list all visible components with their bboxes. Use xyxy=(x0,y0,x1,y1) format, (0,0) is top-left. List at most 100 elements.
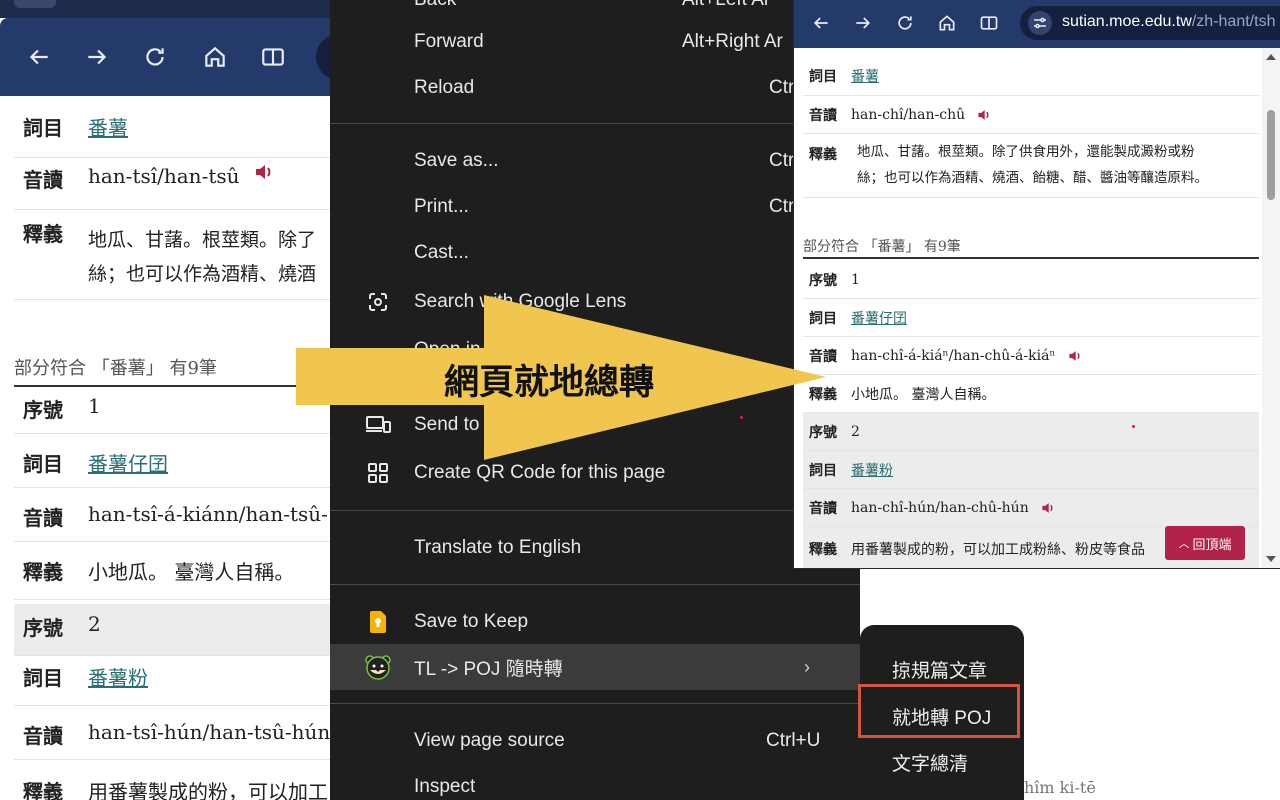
partial-row: 詞目 番薯粉 xyxy=(14,662,330,706)
back-to-top-button[interactable]: ︿ 回頂端 xyxy=(1165,526,1245,560)
menu-item-inspect[interactable]: Inspect xyxy=(330,765,860,800)
address-bar[interactable]: sutian.moe.edu.tw/zh-hant/tsh xyxy=(1020,6,1280,40)
entry-link[interactable]: 番薯 xyxy=(851,66,879,86)
entry-link[interactable]: 番薯粉 xyxy=(851,460,893,480)
menu-item-save-to-keep[interactable]: Save to Keep xyxy=(330,600,860,644)
menu-item-view-source[interactable]: View page source Ctrl+U xyxy=(330,719,860,763)
entry-link[interactable]: 番薯仔囝 xyxy=(88,448,168,487)
menu-item-label: Translate to English xyxy=(414,537,582,558)
section-title: 部分符合 「番薯」 有9筆 xyxy=(803,239,961,255)
section-divider xyxy=(803,257,1259,259)
menu-item-label: TL -> POJ 隨時轉 xyxy=(414,658,563,680)
menu-item-back[interactable]: Back Alt+Left Ar xyxy=(330,0,860,22)
partial-row: 釋義 用番薯製成的粉，可以加工 xyxy=(14,776,330,800)
keep-icon xyxy=(364,608,392,636)
submenu-item-fetch-article[interactable]: 掠規篇文章 xyxy=(892,656,987,683)
row-key: 釋義 xyxy=(809,147,837,163)
row-key: 詞目 xyxy=(809,68,837,85)
reading-row: 音讀 han-tsî/han-tsû xyxy=(14,164,330,210)
row-key: 詞目 xyxy=(809,462,837,479)
menu-item-shortcut: Alt+Right Ar xyxy=(682,31,783,52)
home-icon[interactable] xyxy=(934,10,960,36)
submenu-item-clear-text[interactable]: 文字總清 xyxy=(892,749,968,776)
site-settings-icon[interactable] xyxy=(1028,11,1052,35)
entry-link[interactable]: 番薯 xyxy=(88,112,128,157)
row-key: 序號 xyxy=(809,272,837,289)
forward-arrow-icon[interactable] xyxy=(850,10,876,36)
row-value: han-tsî-hún/han-tsû-hún xyxy=(88,720,330,744)
left-browser-tabstrip xyxy=(0,0,330,18)
menu-item-translate[interactable]: Translate to English xyxy=(330,526,860,570)
right-browser-toolbar: sutian.moe.edu.tw/zh-hant/tsh xyxy=(794,0,1280,48)
menu-item-shortcut: Ctr xyxy=(769,77,795,98)
extension-submenu: 掠規篇文章 就地轉 POJ 文字總清 xyxy=(858,625,1024,800)
menu-item-shortcut: Ctr xyxy=(769,196,795,217)
row-key: 音讀 xyxy=(23,506,63,530)
chevron-up-icon: ︿ xyxy=(1178,537,1190,550)
back-arrow-icon[interactable] xyxy=(808,10,834,36)
right-browser-window: sutian.moe.edu.tw/zh-hant/tsh 詞目 番薯 音讀 h… xyxy=(794,0,1280,568)
home-icon[interactable] xyxy=(198,40,232,74)
menu-item-shortcut: Ctr xyxy=(769,150,795,171)
speaker-icon[interactable] xyxy=(254,164,274,180)
row-value: 用番薯製成的粉，可以加工 xyxy=(88,780,328,800)
partial-row: 序號 2 xyxy=(803,413,1259,451)
menu-item-shortcut: Alt+Left Ar xyxy=(682,0,770,11)
menu-item-cast[interactable]: Cast... xyxy=(330,231,860,275)
scrollbar-thumb[interactable] xyxy=(1267,110,1275,200)
entry-link[interactable]: 番薯粉 xyxy=(88,662,148,705)
entry-link[interactable]: 番薯仔囝 xyxy=(851,308,907,328)
menu-item-save-as[interactable]: Save as... Ctr xyxy=(330,139,860,183)
section-title: 部分符合 「番薯」 有9筆 xyxy=(14,358,217,379)
menu-item-tl-poj-extension[interactable]: TL -> POJ 隨時轉 › xyxy=(330,644,860,690)
partial-row: 音讀 han-chî-á-kiáⁿ/han-chû-á-kiáⁿ xyxy=(803,337,1259,375)
qr-code-icon xyxy=(364,459,392,487)
menu-item-reload[interactable]: Reload Ctr xyxy=(330,66,860,110)
back-arrow-icon[interactable] xyxy=(22,40,56,74)
menu-item-forward[interactable]: Forward Alt+Right Ar xyxy=(330,20,860,64)
row-key: 序號 xyxy=(23,398,63,422)
left-page-content: 詞目 番薯 音讀 han-tsî/han-tsû 釋義 地瓜、甘藷。根莖類。除了… xyxy=(0,96,330,800)
partial-row: 詞目 番薯粉 xyxy=(803,451,1259,489)
scroll-up-arrow-icon[interactable] xyxy=(1266,54,1276,60)
row-value: 1 xyxy=(851,271,860,288)
menu-item-shortcut: Ctrl+U xyxy=(766,730,821,751)
meaning-line-1: 地瓜、甘藷。根莖類。除了 xyxy=(88,229,317,251)
row-key: 音讀 xyxy=(809,500,837,517)
split-view-icon[interactable] xyxy=(256,40,290,74)
speaker-icon[interactable] xyxy=(1068,350,1082,362)
speaker-icon[interactable] xyxy=(977,109,991,121)
row-value: han-chî-á-kiáⁿ/han-chû-á-kiáⁿ xyxy=(851,347,1056,364)
vertical-scrollbar[interactable] xyxy=(1262,48,1280,568)
row-key: 釋義 xyxy=(23,560,63,584)
split-view-icon[interactable] xyxy=(976,10,1002,36)
left-browser-toolbar xyxy=(0,18,346,96)
menu-item-label: Forward xyxy=(414,31,484,52)
meaning-line-2: 絲；也可以作為酒精、燒酒、飴糖、醋、醬油等釀造原料。 xyxy=(857,170,1208,186)
partial-row: 釋義 小地瓜。 臺灣人自稱。 xyxy=(14,556,330,600)
submenu-item-convert-in-place[interactable]: 就地轉 POJ xyxy=(892,703,991,730)
row-value: han-tsî/han-tsû xyxy=(88,164,240,188)
row-value: 2 xyxy=(851,423,860,440)
menu-item-label: Save as... xyxy=(414,150,499,171)
row-value: 1 xyxy=(88,394,101,418)
row-value: 用番薯製成的粉，可以加工成粉絲、粉皮等食品 xyxy=(851,541,1145,558)
bear-extension-icon xyxy=(364,653,392,681)
url-path: /zh-hant/tsh xyxy=(1191,13,1276,30)
scroll-down-arrow-icon[interactable] xyxy=(1266,556,1276,562)
reload-icon[interactable] xyxy=(892,10,918,36)
row-key: 釋義 xyxy=(809,541,837,558)
entry-row: 詞目 番薯 xyxy=(803,56,1259,96)
cursor-dot xyxy=(1132,425,1135,428)
forward-arrow-icon[interactable] xyxy=(80,40,114,74)
partial-row: 音讀 han-tsî-hún/han-tsû-hún xyxy=(14,720,330,760)
speaker-icon[interactable] xyxy=(1041,502,1055,514)
partial-row: 音讀 han-tsî-á-kiánn/han-tsû- xyxy=(14,502,330,542)
row-key: 詞目 xyxy=(23,116,63,140)
menu-item-print[interactable]: Print... Ctr xyxy=(330,185,860,229)
reload-icon[interactable] xyxy=(138,40,172,74)
browser-tab[interactable] xyxy=(14,0,56,8)
menu-divider xyxy=(330,123,860,124)
partial-row: 詞目 番薯仔囝 xyxy=(14,448,330,488)
partial-row: 釋義 小地瓜。 臺灣人自稱。 xyxy=(803,375,1259,413)
